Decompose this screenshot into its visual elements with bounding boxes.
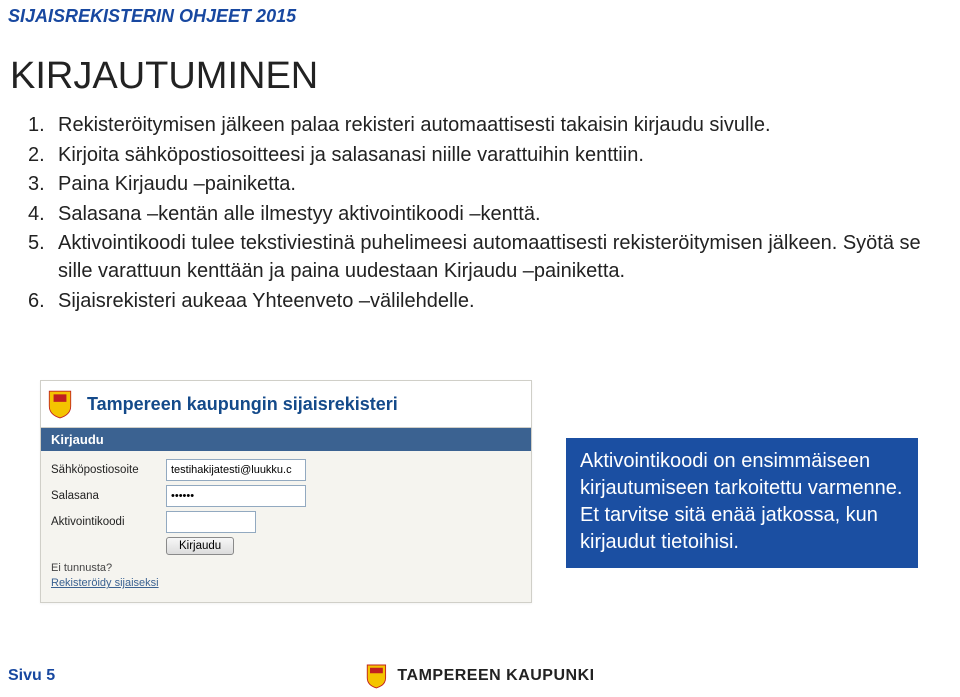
email-label: Sähköpostiosoite (51, 464, 166, 476)
list-text: Paina Kirjaudu –painiketta. (58, 171, 940, 199)
list-text: Rekisteröitymisen jälkeen palaa rekister… (58, 112, 940, 140)
list-number: 1. (28, 112, 58, 140)
page-number: Sivu 5 (0, 667, 55, 685)
login-screenshot: Tampereen kaupungin sijaisrekisteri Kirj… (40, 380, 532, 603)
list-number: 2. (28, 142, 58, 170)
email-field[interactable] (166, 459, 306, 481)
list-item: 6.Sijaisrekisteri aukeaa Yhteenveto –väl… (28, 288, 940, 316)
no-account-text: Ei tunnusta? (51, 561, 521, 576)
register-link[interactable]: Rekisteröidy sijaiseksi (51, 576, 521, 591)
screenshot-panel-title: Kirjaudu (41, 428, 531, 451)
page-title: KIRJAUTUMINEN (0, 27, 960, 112)
footer-brand-text: TAMPEREEN KAUPUNKI (397, 667, 594, 685)
list-item: 1.Rekisteröitymisen jälkeen palaa rekist… (28, 112, 940, 140)
password-field[interactable] (166, 485, 306, 507)
tampere-shield-icon (365, 663, 387, 689)
footer-brand: TAMPEREEN KAUPUNKI (365, 663, 594, 689)
screenshot-app-title: Tampereen kaupungin sijaisrekisteri (87, 394, 398, 415)
activation-code-field[interactable] (166, 511, 256, 533)
list-text: Salasana –kentän alle ilmestyy aktivoint… (58, 201, 940, 229)
screenshot-header: Tampereen kaupungin sijaisrekisteri (41, 381, 531, 428)
activation-code-label: Aktivointikoodi (51, 516, 166, 528)
list-text: Sijaisrekisteri aukeaa Yhteenveto –välil… (58, 288, 940, 316)
list-text: Aktivointikoodi tulee tekstiviestinä puh… (58, 230, 940, 285)
list-number: 6. (28, 288, 58, 316)
login-form: Sähköpostiosoite Salasana Aktivointikood… (41, 451, 531, 602)
list-item: 5.Aktivointikoodi tulee tekstiviestinä p… (28, 230, 940, 285)
instructions-list: 1.Rekisteröitymisen jälkeen palaa rekist… (0, 112, 960, 315)
list-text: Kirjoita sähköpostiosoitteesi ja salasan… (58, 142, 940, 170)
list-number: 3. (28, 171, 58, 199)
list-item: 3.Paina Kirjaudu –painiketta. (28, 171, 940, 199)
login-button[interactable]: Kirjaudu (166, 537, 234, 555)
page-header: SIJAISREKISTERIN OHJEET 2015 (0, 0, 960, 27)
list-item: 4.Salasana –kentän alle ilmestyy aktivoi… (28, 201, 940, 229)
list-item: 2.Kirjoita sähköpostiosoitteesi ja salas… (28, 142, 940, 170)
info-callout: Aktivointikoodi on ensimmäiseen kirjautu… (566, 438, 918, 568)
footer: Sivu 5 TAMPEREEN KAUPUNKI (0, 655, 960, 697)
password-label: Salasana (51, 490, 166, 502)
tampere-shield-icon (47, 389, 73, 419)
list-number: 5. (28, 230, 58, 285)
list-number: 4. (28, 201, 58, 229)
